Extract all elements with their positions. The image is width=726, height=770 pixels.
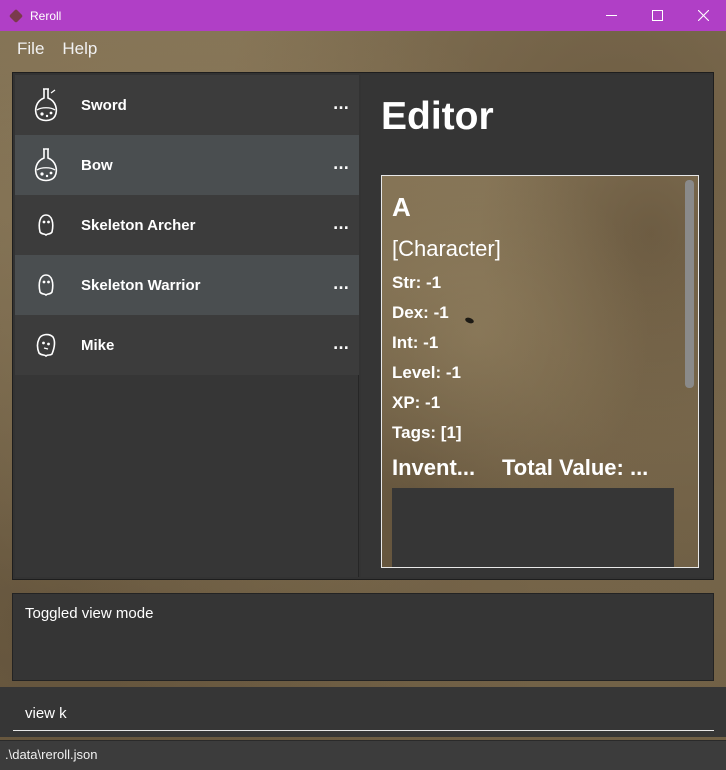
card-level: Level: -1: [392, 363, 461, 382]
result-text: Toggled view mode: [25, 605, 154, 622]
command-box: [0, 687, 726, 737]
potion-icon: [31, 85, 61, 125]
card-int: Int: -1: [392, 333, 439, 352]
list-item-menu[interactable]: ...: [333, 337, 349, 353]
window-controls: [588, 0, 726, 31]
editor-panel: Editor A [Character] Str: -1 Dex: -1 Int…: [361, 75, 713, 577]
menu-help[interactable]: Help: [53, 39, 106, 59]
list-item-name: Mike: [81, 336, 115, 354]
main-panel: Sword ... Bow ... Skeleton Archer ... Sk…: [12, 72, 714, 580]
maximize-icon: [651, 10, 663, 21]
list-item-menu[interactable]: ...: [333, 217, 349, 233]
status-file-path: .\data\reroll.json: [5, 747, 98, 762]
ghost-icon: [31, 265, 61, 305]
list-item-menu[interactable]: ...: [333, 97, 349, 113]
app-icon: [10, 10, 22, 22]
list-item[interactable]: Mike ...: [15, 315, 359, 375]
close-button[interactable]: [680, 0, 726, 31]
card-str: Str: -1: [392, 273, 442, 292]
window-title: Reroll: [30, 8, 62, 23]
maximize-button[interactable]: [634, 0, 680, 31]
editor-title: Editor: [381, 95, 494, 138]
list-item-name: Skeleton Warrior: [81, 276, 201, 294]
list-item-name: Bow: [81, 156, 113, 174]
ghost-icon: [31, 205, 61, 245]
potion-icon: [31, 145, 61, 185]
card-xp: XP: -1: [392, 393, 441, 412]
minimize-button[interactable]: [588, 0, 634, 31]
card-name: A: [392, 192, 411, 222]
list-item-name: Sword: [81, 96, 127, 114]
list-item[interactable]: Skeleton Archer ...: [15, 195, 359, 255]
card-type: [Character]: [392, 236, 501, 261]
list-item[interactable]: Bow ...: [15, 135, 359, 195]
menu-bar: File Help: [0, 31, 726, 67]
entity-list[interactable]: Sword ... Bow ... Skeleton Archer ... Sk…: [15, 75, 359, 577]
card-scrollbar[interactable]: [685, 180, 694, 388]
minimize-icon: [605, 15, 617, 16]
card-inventory-header: Invent...: [392, 455, 476, 480]
close-icon: [697, 10, 709, 21]
list-item-menu[interactable]: ...: [333, 277, 349, 293]
list-item[interactable]: Skeleton Warrior ...: [15, 255, 359, 315]
parchment-speck: [464, 316, 475, 325]
ghost-icon: [31, 325, 61, 365]
command-input[interactable]: [13, 697, 714, 731]
list-item[interactable]: Sword ...: [15, 75, 359, 135]
menu-file[interactable]: File: [8, 39, 53, 59]
entity-card[interactable]: A [Character] Str: -1 Dex: -1 Int: -1 Le…: [381, 175, 699, 568]
title-bar: Reroll: [0, 0, 726, 31]
list-item-menu[interactable]: ...: [333, 157, 349, 173]
card-dex: Dex: -1: [392, 303, 449, 322]
card-tags: Tags: [1]: [392, 423, 462, 442]
status-bar: .\data\reroll.json: [0, 740, 726, 770]
inventory-table: [392, 488, 674, 567]
result-display: Toggled view mode: [12, 593, 714, 681]
list-item-name: Skeleton Archer: [81, 216, 196, 234]
card-total-value-header: Total Value: ...: [502, 455, 649, 480]
